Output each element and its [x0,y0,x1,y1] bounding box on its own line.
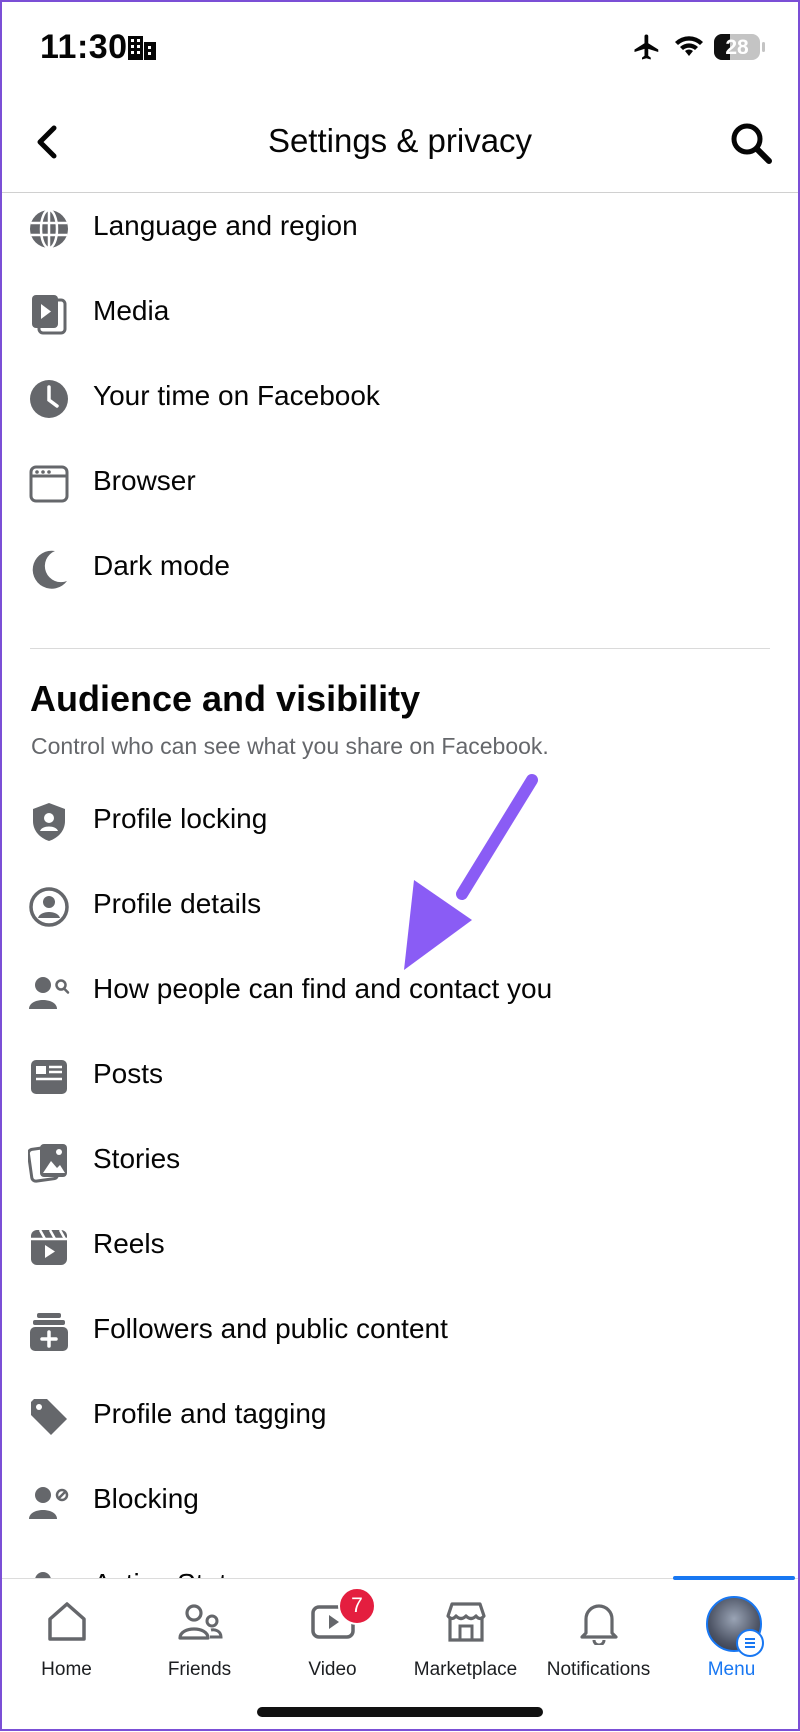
settings-item-label: Dark mode [93,550,230,581]
settings-item-label: Profile and tagging [93,1398,327,1429]
settings-item-label: Profile details [93,888,262,919]
status-bar: 11:30 28 [0,0,800,100]
shield-icon [33,803,65,841]
tag-icon [31,1399,67,1435]
bell-icon [580,1604,618,1645]
annotation-arrow [404,774,538,970]
settings-item-followers[interactable]: Followers and public content [0,1293,800,1369]
settings-item-label: Media [93,295,170,326]
nav-friends[interactable]: Friends [133,1579,266,1699]
home-indicator [257,1707,543,1717]
settings-item-label: Posts [93,1058,164,1089]
section-divider [30,648,770,649]
person-search-icon [29,977,70,1009]
settings-item-label: Blocking [93,1483,199,1514]
reels-icon [31,1229,67,1265]
settings-item-blocking[interactable]: Blocking [0,1463,800,1539]
settings-item-posts[interactable]: Posts [0,1038,800,1114]
nav-label: Marketplace [413,1659,518,1680]
wifi-icon [675,36,703,56]
battery-tip [762,42,765,52]
globe-icon [30,208,68,250]
section-title: Audience and visibility [30,678,421,719]
settings-item-tagging[interactable]: Profile and tagging [0,1378,800,1454]
battery-icon: 28 [714,34,760,60]
media-icon [32,295,67,335]
nav-label: Home [41,1659,92,1680]
search-icon[interactable] [728,120,774,166]
settings-item-label: Stories [93,1143,181,1174]
profile-icon [29,887,69,927]
settings-item-media[interactable]: Media [0,275,800,351]
posts-icon [31,1060,67,1094]
browser-icon [29,465,69,503]
header: Settings & privacy [0,100,800,193]
nav-label: Menu [707,1659,756,1680]
building-icon [128,36,156,60]
settings-item-label: Followers and public content [93,1313,448,1344]
moon-icon [32,550,67,589]
nav-home[interactable]: Home [0,1579,133,1699]
settings-item-label: Your time on Facebook [93,380,380,411]
settings-item-label: Language and region [93,210,358,241]
menu-icon [736,1629,764,1657]
battery-level: 28 [725,36,749,59]
clock-icon [30,380,68,418]
nav-label: Video [308,1659,357,1680]
marketplace-icon [446,1602,486,1642]
page-title: Settings & privacy [267,122,533,159]
block-icon [29,1487,69,1519]
section-subtitle: Control who can see what you share on Fa… [31,733,549,759]
settings-item-label: Browser [93,465,196,496]
settings-item-stories[interactable]: Stories [0,1123,800,1199]
bottom-nav: Home Friends Video 7 Marketplace Notific… [0,1576,800,1732]
friends-icon [178,1604,223,1640]
settings-item-language[interactable]: Language and region [0,190,800,266]
nav-marketplace[interactable]: Marketplace [399,1579,532,1699]
nav-notifications[interactable]: Notifications [532,1579,665,1699]
airplane-icon [634,34,659,60]
nav-label: Friends [167,1659,232,1680]
nav-label: Notifications [546,1659,651,1680]
nav-video[interactable]: Video [266,1579,399,1699]
settings-item-browser[interactable]: Browser [0,445,800,521]
stories-icon [28,1144,67,1183]
settings-item-label: Profile locking [93,803,268,834]
settings-item-reels[interactable]: Reels [0,1208,800,1284]
notification-badge: 7 [338,1587,376,1625]
settings-item-dark-mode[interactable]: Dark mode [0,530,800,606]
settings-item-time[interactable]: Your time on Facebook [0,360,800,436]
followers-icon [30,1313,68,1351]
home-icon [48,1602,86,1641]
settings-item-label: Reels [93,1228,165,1259]
status-time: 11:30 [40,28,128,66]
